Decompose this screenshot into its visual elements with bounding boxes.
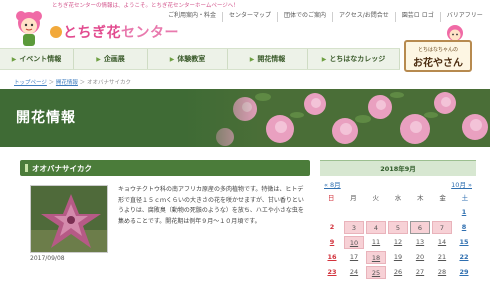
calendar-day[interactable]: 26 [388,266,408,279]
article-heading: オオバナサイカク [20,160,310,176]
calendar-empty-cell [432,206,452,219]
calendar-day[interactable]: 14 [432,236,452,249]
calendar-day[interactable]: 23 [322,266,342,279]
calendar-day[interactable]: 25 [366,266,386,279]
calendar-day[interactable]: 29 [454,266,474,279]
breadcrumb-separator: ＞ [48,80,55,86]
flower-logo-icon [50,26,62,38]
calendar-next-month[interactable]: 10月 » [451,179,472,189]
header-links: ご利用案内・料金 センターマップ 団体でのご案内 アクセス/お問合せ 園芸ロ ロ… [162,12,489,22]
calendar-day[interactable]: 13 [410,236,430,249]
calendar-day[interactable]: 9 [322,236,342,249]
calendar-day[interactable]: 16 [322,251,342,264]
weekday-label: 月 [350,194,357,202]
header-link-barrierfree[interactable]: バリアフリー [439,12,489,22]
breadcrumb-separator: ＞ [79,80,86,86]
photo-date: 2017/09/08 [30,255,65,262]
header-link-guide[interactable]: ご利用案内・料金 [162,12,222,22]
article-title: オオバナサイカク [32,164,92,173]
calendar-prev-month[interactable]: « 8月 [324,179,341,189]
hero-banner: 開花情報 [0,89,490,147]
calendar-weekday-header: 日 月 火 水 木 金 土 [320,192,476,204]
calendar-empty-cell [388,206,408,219]
nav-item-label: 体験教室 [177,55,206,63]
flower-shop-subtitle: とちはなちゃんの [417,47,458,53]
header-link-map[interactable]: センターマップ [222,12,277,22]
calendar-title: 2018年9月 [320,160,476,176]
logo-text-main: とちぎ花 [63,25,121,41]
nav-item-events[interactable]: ▶ イベント情報 [0,49,74,69]
breadcrumb: トップページ ＞ 開花情報 ＞ オオバナサイカク [14,78,131,86]
calendar-day[interactable]: 18 [366,251,386,264]
calendar-day[interactable]: 19 [388,251,408,264]
bloom-calendar: 2018年9月 « 8月 10月 » 日 月 火 水 木 金 土 1234567… [320,160,476,284]
calendar-day[interactable]: 10 [344,236,364,249]
breadcrumb-section[interactable]: 開花情報 [56,80,78,86]
flower-photo[interactable] [30,185,108,253]
calendar-day[interactable]: 5 [388,221,408,234]
breadcrumb-current: オオバナサイカク [86,80,131,86]
calendar-day[interactable]: 28 [432,266,452,279]
chevron-right-icon: ▶ [321,55,327,63]
chevron-right-icon: ▶ [249,55,255,63]
calendar-empty-cell [366,206,386,219]
calendar-day[interactable]: 1 [454,206,474,219]
heading-marker [25,164,28,172]
calendar-days: 1 2 3 4 5 6 7 8 9 10 11 12 13 14 15 16 17 18 19 20 21 22 23 24 2… [320,206,476,279]
nav-item-label: イベント情報 [19,55,62,63]
site-logo[interactable]: とちぎ花センター [63,22,179,42]
weekday-label: 水 [394,194,402,202]
calendar-empty-cell [322,206,342,219]
chevron-right-icon: ▶ [96,55,101,63]
calendar-day[interactable]: 21 [432,251,452,264]
calendar-day[interactable]: 15 [454,236,474,249]
calendar-day[interactable]: 12 [388,236,408,249]
nav-item-exhibitions[interactable]: ▶ 企画展 [74,49,148,69]
top-notice-bar: とちぎ花センターの情報は、ようこそ。とちぎ花センターホームページへ！ [0,0,490,9]
calendar-day[interactable]: 8 [454,221,474,234]
calendar-empty-cell [410,206,430,219]
weekday-label: 金 [439,194,446,202]
nav-item-label: 企画展 [103,55,125,63]
calendar-day[interactable]: 22 [454,251,474,264]
stapelia-flower-image [31,186,107,252]
article-body: キョウチクトウ科の南アフリカ原産の多肉植物です。特徴は、ヒトデ形で直径１５ｃｍく… [118,186,304,225]
main-nav: ▶ イベント情報 ▶ 企画展 ▶ 体験教室 ▶ 開花情報 ▶ とちはなカレッジ [0,48,400,70]
header-link-access[interactable]: アクセス/お問合せ [332,12,395,22]
calendar-day[interactable]: 17 [344,251,364,264]
calendar-day[interactable]: 24 [344,266,364,279]
nav-item-workshops[interactable]: ▶ 体験教室 [148,49,228,69]
weekday-label: 土 [461,194,469,202]
calendar-empty-cell [344,206,364,219]
calendar-day: 2 [329,223,335,231]
header-link-group[interactable]: 団体でのご案内 [277,12,332,22]
roses-banner-image [185,89,490,147]
nav-item-college[interactable]: ▶ とちはなカレッジ [308,49,400,69]
calendar-nav: « 8月 10月 » [320,179,476,191]
weekday-label: 火 [372,194,379,202]
nav-item-bloom-info[interactable]: ▶ 開花情報 [228,49,308,69]
flower-shop-title: お花やさん [413,58,463,69]
chevron-right-icon: ▶ [11,55,17,63]
nav-item-label: 開花情報 [257,55,286,63]
logo-text-sub: センター [121,25,179,41]
chevron-right-icon: ▶ [169,55,175,63]
calendar-day[interactable]: 27 [410,266,430,279]
page-title: 開花情報 [16,110,76,126]
calendar-day[interactable]: 7 [432,221,452,234]
flower-shop-banner[interactable]: とちはなちゃんの お花やさん [404,40,472,72]
weekday-label: 木 [417,194,424,202]
header-link-garden[interactable]: 園芸ロ ロゴ [394,12,440,22]
calendar-day[interactable]: 3 [344,221,364,234]
calendar-day[interactable]: 20 [410,251,430,264]
nav-item-label: とちはなカレッジ [329,55,386,63]
calendar-day[interactable]: 4 [366,221,386,234]
mascot-icon[interactable] [12,10,46,48]
calendar-day[interactable]: 6 [410,221,430,234]
calendar-day[interactable]: 11 [366,236,386,249]
weekday-label: 日 [327,194,335,202]
breadcrumb-home[interactable]: トップページ [14,80,47,86]
